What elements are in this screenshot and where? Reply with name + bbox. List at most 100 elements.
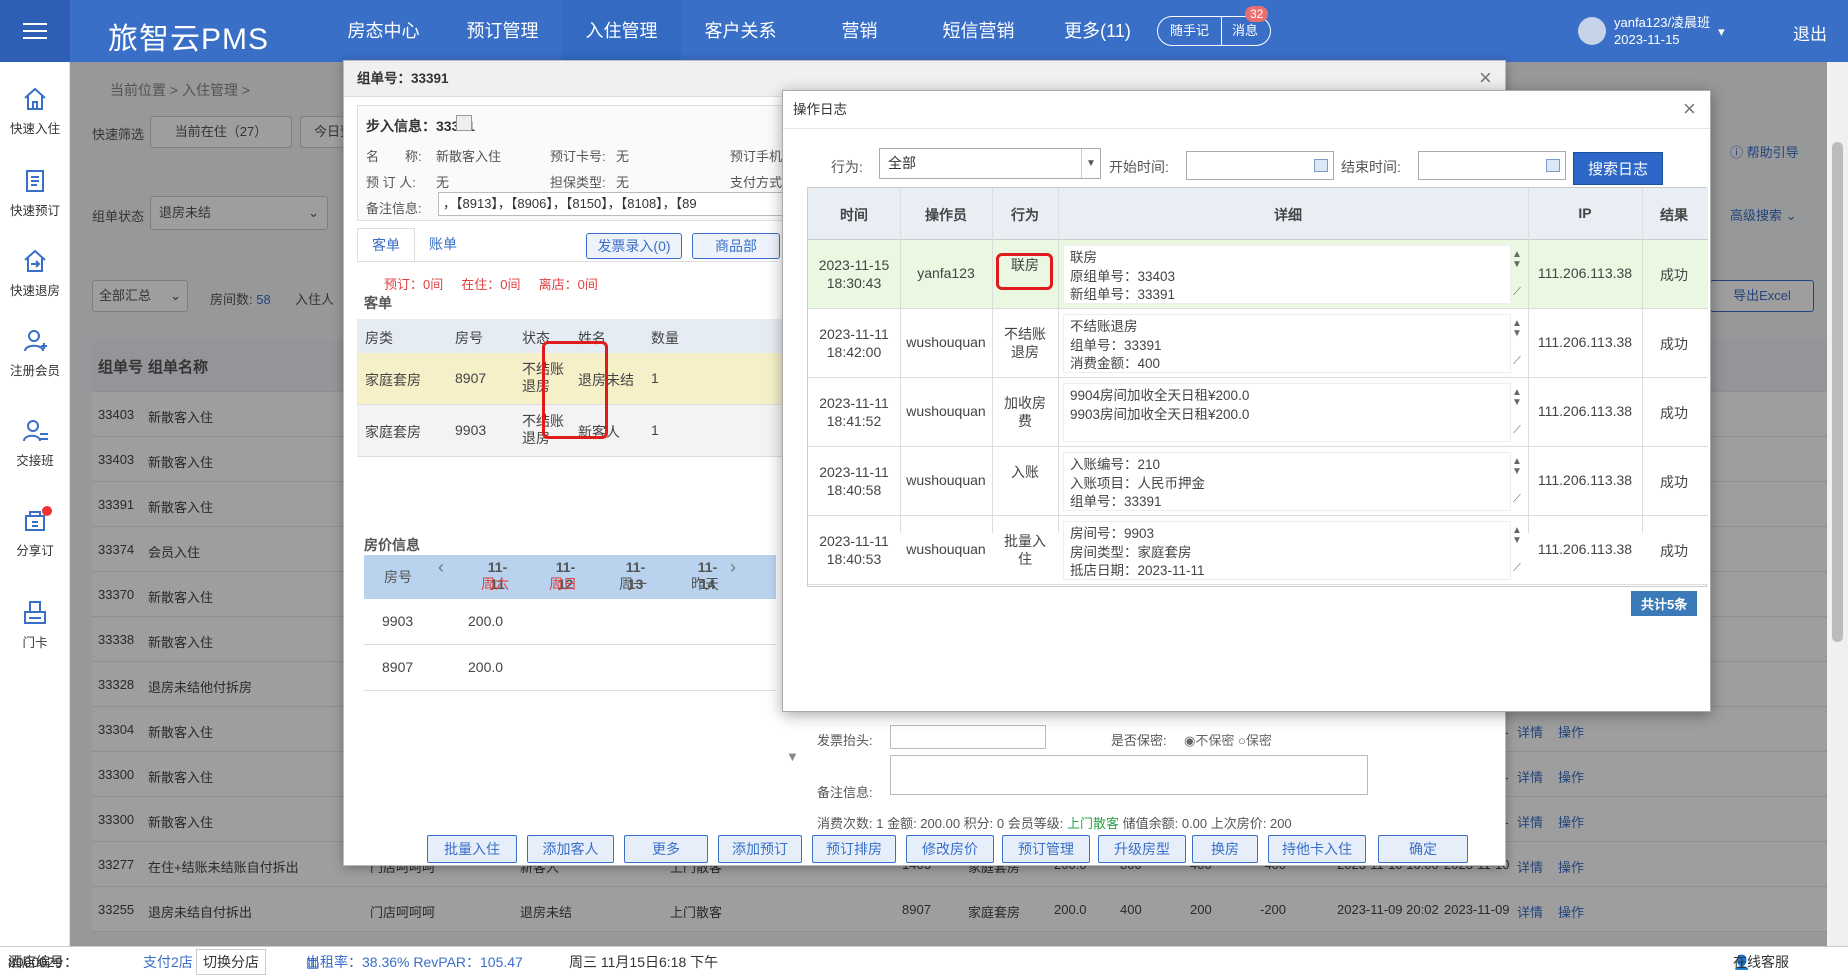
resize-handle-icon[interactable]: ⟋ <box>1510 355 1524 368</box>
room-counts: 预订：0间 在住：0间 离店：0间 <box>384 277 598 292</box>
chevron-down-icon: ▾ <box>1718 23 1725 39</box>
detail-textarea[interactable]: 房间号：9903 房间类型：家庭套房 抵店日期：2023-11-11 <box>1063 521 1511 580</box>
more-button[interactable]: 更多 <box>624 835 708 863</box>
sidebar-item-share-booking[interactable]: 分享订 <box>0 506 70 559</box>
prev-arrow-icon[interactable]: ‹ <box>434 558 448 576</box>
top-bar: 旅智云PMS 房态中心 预订管理 入住管理 客户关系 营销 短信营销 更多(11… <box>0 0 1848 62</box>
home-icon <box>24 87 46 110</box>
nav-marketing[interactable]: 营销 <box>800 0 919 62</box>
spinner-icon[interactable]: ▲ ▼ <box>1510 526 1524 546</box>
sidebar-item-room-card[interactable]: 门卡 <box>0 598 70 651</box>
remark-field[interactable]: ，【8913】，【8906】，【8150】，【8108】，【89 <box>438 192 810 216</box>
logout-button[interactable]: 退出 <box>1793 20 1827 45</box>
goods-button[interactable]: 商品部 <box>692 233 780 259</box>
guarantee-value: 无 <box>616 175 630 190</box>
scrollbar-thumb[interactable] <box>1832 142 1843 642</box>
detail-textarea[interactable]: 不结账退房 组单号：33391 消费金额：400 <box>1063 314 1511 373</box>
behavior-select[interactable]: 全部 ▼ <box>879 148 1101 179</box>
batch-checkin-button[interactable]: 批量入住 <box>427 835 517 863</box>
close-icon[interactable]: × <box>1479 67 1492 89</box>
spinner-icon[interactable]: ▲ ▼ <box>1510 388 1524 408</box>
card-number: 无 <box>616 149 630 164</box>
total-count-badge: 共计5条 <box>1631 591 1698 616</box>
end-time-input[interactable] <box>1418 151 1566 180</box>
detail-textarea[interactable]: 入账编号：210 入账项目：人民币押金 组单号：33391 <box>1063 452 1511 511</box>
other-card-checkin-button[interactable]: 持他卡入住 <box>1268 835 1366 863</box>
detail-textarea[interactable]: 9904房间加收全天日租¥200.0 9903房间加收全天日租¥200.0 <box>1063 383 1511 442</box>
add-guest-button[interactable]: 添加客人 <box>527 835 614 863</box>
spinner-icon[interactable]: ▲ ▼ <box>1510 250 1524 270</box>
log-table-header: 时间 操作员 行为 详细 IP 结果 <box>808 188 1708 240</box>
upgrade-room-button[interactable]: 升级房型 <box>1098 835 1186 863</box>
calendar-icon[interactable] <box>1546 159 1560 172</box>
scroll-down-icon[interactable]: ▼ <box>786 749 799 764</box>
search-log-button[interactable]: 搜索日志 <box>1573 152 1663 185</box>
avatar <box>1578 17 1606 45</box>
message-count-badge: 32 <box>1245 6 1269 22</box>
resize-handle-icon[interactable]: ⟋ <box>1510 424 1524 437</box>
change-price-button[interactable]: 修改房价 <box>906 835 994 863</box>
hamburger-icon <box>23 23 47 39</box>
switch-branch-button[interactable]: 切换分店 <box>196 949 266 975</box>
user-name: yanfa123/凌晨班 <box>1614 15 1711 30</box>
detail-textarea[interactable]: 联房 原组单号：33403 新组单号：33391 <box>1063 245 1511 304</box>
list-icon <box>26 170 44 192</box>
resize-handle-icon[interactable]: ⟋ <box>1510 286 1524 299</box>
resize-handle-icon[interactable]: ⟋ <box>1510 562 1524 575</box>
status-bar: 酒店编号： 8060029 支付2店 切换分店 ▥ 出租率：38.36% RevP… <box>0 946 1848 978</box>
nav-sms[interactable]: 短信营销 <box>919 0 1038 62</box>
add-booking-button[interactable]: 添加预订 <box>718 835 802 863</box>
spinner-icon[interactable]: ▲ ▼ <box>1510 457 1524 477</box>
log-row[interactable]: 2023-11-11 18:40:58 wushouquan 入账 入账编号：210 入账… <box>808 447 1708 516</box>
log-row[interactable]: 2023-11-11 18:40:53 wushouquan 批量入住房间号：9903… <box>808 516 1708 585</box>
nav-more[interactable]: 更多(11) <box>1038 0 1157 62</box>
nav-customer[interactable]: 客户关系 <box>681 0 800 62</box>
sidebar-item-quick-checkin[interactable]: 快速入住 <box>0 84 70 137</box>
note-textarea[interactable] <box>890 755 1368 795</box>
nav-checkin[interactable]: 入住管理 <box>562 0 681 62</box>
booking-manage-button[interactable]: 预订管理 <box>1002 835 1090 863</box>
user-swap-icon <box>23 420 48 442</box>
copy-icon[interactable] <box>456 115 472 131</box>
highlight-status-box <box>542 341 608 439</box>
start-time-input[interactable] <box>1186 151 1334 180</box>
tab-bill[interactable]: 账单 <box>415 228 471 261</box>
booker-value: 无 <box>436 175 450 190</box>
log-row[interactable]: 2023-11-11 18:42:00 wushouquan 不结账 退房 不结账退房 组单… <box>808 309 1708 378</box>
tab-guest[interactable]: 客单 <box>357 228 415 261</box>
main-nav: 房态中心 预订管理 入住管理 客户关系 营销 短信营销 更多(11) <box>324 0 1157 62</box>
sidebar-item-quick-booking[interactable]: 快速预订 <box>0 166 70 219</box>
next-arrow-icon[interactable]: › <box>726 558 740 576</box>
sidebar-item-register-member[interactable]: 注册会员 <box>0 326 70 379</box>
sidebar-item-shift-handover[interactable]: 交接班 <box>0 416 70 469</box>
sidebar-item-quick-checkout[interactable]: 快速退房 <box>0 246 70 299</box>
consumption-summary: 消费次数: 1 金额: 200.00 积分: 0 会员等级: 上门散客 储值余额… <box>817 816 1292 831</box>
calendar-icon[interactable] <box>1314 159 1328 172</box>
spinner-icon[interactable]: ▲ ▼ <box>1510 319 1524 339</box>
nav-booking[interactable]: 预订管理 <box>443 0 562 62</box>
pay-link[interactable]: 支付2店 <box>143 947 193 977</box>
resize-handle-icon[interactable]: ⟋ <box>1510 493 1524 506</box>
invoice-entry-button[interactable]: 发票录入(0) <box>586 233 682 259</box>
invoice-title-input[interactable] <box>890 725 1046 749</box>
chevron-down-icon: ▼ <box>1081 149 1100 178</box>
log-row[interactable]: 2023-11-11 18:41:52 wushouquan 加收房费 9904房间加收… <box>808 378 1708 447</box>
price-table-header: 房号 ‹ 11-11 周六 11-12 周日 11-13 周一 11-14 昨天 › <box>364 555 776 599</box>
user-menu[interactable]: yanfa123/凌晨班 2023-11-15 ▾ <box>1578 14 1725 48</box>
nav-room-status[interactable]: 房态中心 <box>324 0 443 62</box>
log-row[interactable]: 2023-11-15 18:30:43 yanfa123 联房 联房 原组单号：33403… <box>808 240 1708 309</box>
secret-radio-group[interactable]: ◉不保密 ○保密 <box>1184 730 1272 749</box>
table-row: 9903 200.0 <box>364 599 776 645</box>
brand-logo: 旅智云PMS <box>108 23 270 56</box>
log-table: 时间 操作员 行为 详细 IP 结果 2023-11-15 18:30:43 yan… <box>807 187 1708 587</box>
change-room-button[interactable]: 换房 <box>1192 835 1258 863</box>
user-date: 2023-11-15 <box>1614 32 1680 47</box>
page-scrollbar[interactable] <box>1827 62 1848 946</box>
group-name: 新散客入住 <box>436 149 502 164</box>
memo-button[interactable]: 随手记 <box>1157 16 1223 46</box>
table-row: 8907 200.0 <box>364 645 776 691</box>
confirm-button[interactable]: 确定 <box>1378 835 1468 863</box>
booking-assign-button[interactable]: 预订排房 <box>812 835 896 863</box>
close-icon[interactable]: × <box>1683 98 1696 120</box>
menu-button[interactable] <box>0 0 70 62</box>
